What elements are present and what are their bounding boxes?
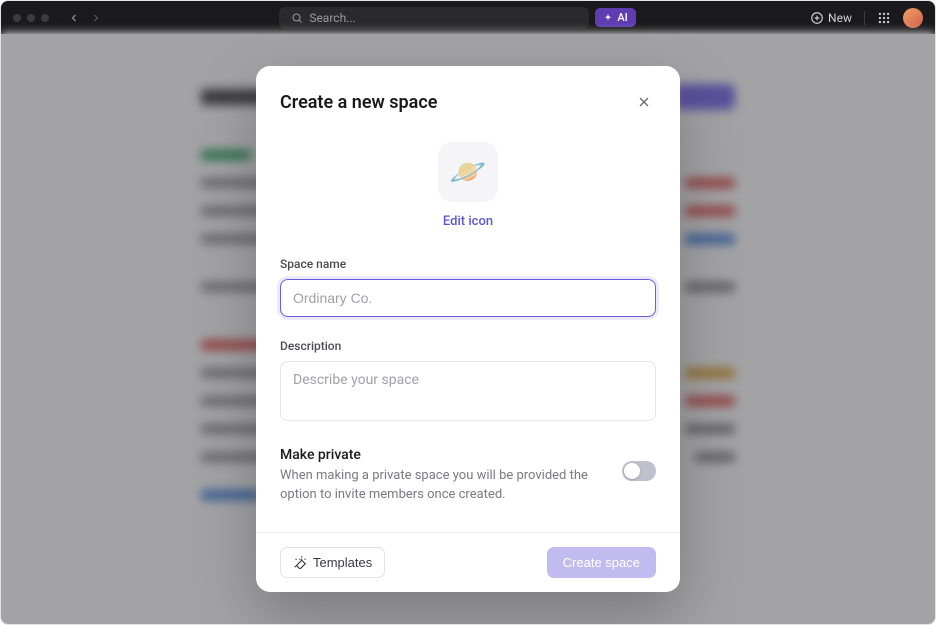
wand-icon bbox=[293, 555, 307, 569]
ai-label: AI bbox=[617, 11, 627, 24]
description-input[interactable] bbox=[280, 361, 656, 421]
templates-button[interactable]: Templates bbox=[280, 547, 385, 578]
search-input[interactable]: Search... bbox=[279, 7, 589, 29]
new-button[interactable]: New bbox=[810, 11, 852, 25]
space-icon-preview[interactable]: 🪐 bbox=[438, 142, 498, 202]
new-label: New bbox=[828, 11, 852, 25]
avatar[interactable] bbox=[903, 8, 923, 28]
close-button[interactable] bbox=[632, 90, 656, 114]
plus-circle-icon bbox=[810, 11, 824, 25]
close-icon bbox=[636, 94, 652, 110]
make-private-toggle[interactable] bbox=[622, 461, 656, 481]
planet-icon: 🪐 bbox=[449, 155, 486, 190]
search-placeholder: Search... bbox=[309, 11, 355, 25]
create-space-button[interactable]: Create space bbox=[547, 547, 656, 578]
create-space-modal: Create a new space 🪐 Edit icon Space nam… bbox=[256, 66, 680, 591]
nav-back-button[interactable] bbox=[65, 9, 83, 27]
divider bbox=[864, 11, 865, 25]
modal-overlay: Create a new space 🪐 Edit icon Space nam… bbox=[1, 34, 935, 624]
ai-button[interactable]: AI bbox=[595, 8, 635, 27]
make-private-title: Make private bbox=[280, 447, 606, 463]
search-icon bbox=[291, 12, 303, 24]
templates-label: Templates bbox=[313, 555, 372, 570]
apps-grid-icon[interactable] bbox=[877, 11, 891, 25]
modal-title: Create a new space bbox=[280, 92, 437, 113]
window-traffic-lights bbox=[13, 14, 49, 22]
nav-forward-button[interactable] bbox=[87, 9, 105, 27]
toggle-knob bbox=[624, 463, 640, 479]
make-private-description: When making a private space you will be … bbox=[280, 467, 606, 503]
space-name-label: Space name bbox=[280, 257, 656, 271]
description-label: Description bbox=[280, 339, 656, 353]
edit-icon-link[interactable]: Edit icon bbox=[443, 214, 493, 229]
sparkle-icon bbox=[603, 13, 613, 23]
space-name-input[interactable] bbox=[280, 279, 656, 317]
